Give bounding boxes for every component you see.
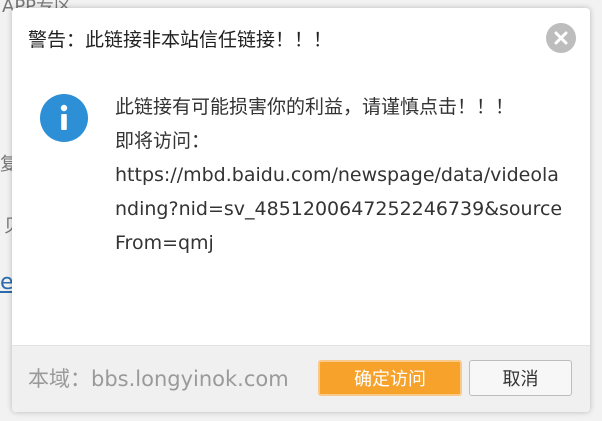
info-icon [40,94,88,142]
message-visit-label: 即将访问： [115,130,211,152]
warning-dialog: 警告：此链接非本站信任链接！！！ 此链接有可能损害你的利益，请谨慎点击！！！ 即… [12,8,590,412]
close-icon [554,31,568,45]
cancel-button[interactable]: 取消 [469,360,572,396]
confirm-visit-button[interactable]: 确定访问 [318,360,462,396]
dialog-title: 警告：此链接非本站信任链接！！！ [28,29,333,51]
dialog-footer: 本域：bbs.longyinok.com 确定访问 取消 [12,345,590,412]
dialog-body: 此链接有可能损害你的利益，请谨慎点击！！！ 即将访问： https://mbd.… [12,68,590,348]
close-button[interactable] [546,23,576,53]
dialog-header: 警告：此链接非本站信任链接！！！ [12,8,590,68]
message-url: https://mbd.baidu.com/newspage/data/vide… [115,164,563,254]
dialog-message: 此链接有可能损害你的利益，请谨慎点击！！！ 即将访问： https://mbd.… [115,90,565,260]
message-warning: 此链接有可能损害你的利益，请谨慎点击！！！ [115,96,515,118]
domain-label: 本域：bbs.longyinok.com [28,367,289,391]
